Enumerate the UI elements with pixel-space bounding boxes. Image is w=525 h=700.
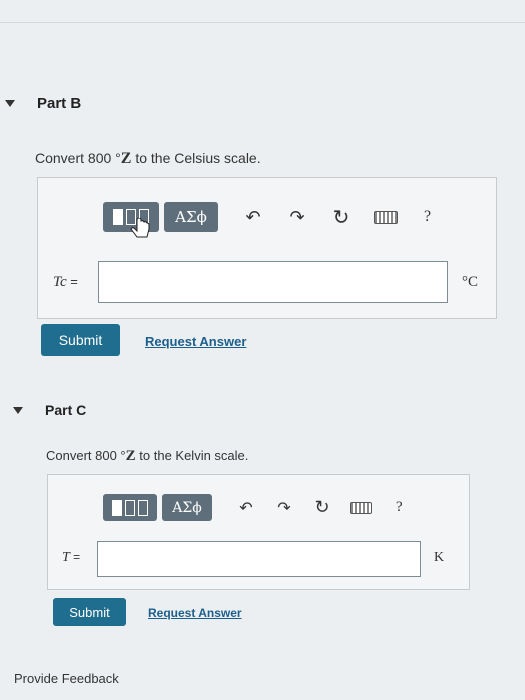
t-label: T = (62, 550, 81, 565)
collapse-triangle-icon[interactable] (5, 100, 15, 107)
symbols-button[interactable]: ΑΣϕ (162, 494, 212, 521)
hand-cursor-icon (130, 218, 150, 238)
tc-label: Tc = (53, 274, 78, 290)
part-c-header[interactable]: Part C (13, 402, 86, 418)
tc-input[interactable] (98, 261, 448, 303)
celsius-unit: °C (462, 274, 479, 290)
keyboard-icon (374, 210, 398, 224)
part-b-title: Part B (37, 95, 82, 112)
top-divider (0, 22, 525, 23)
part-c-prompt: Convert 800 °Z to the Kelvin scale. (46, 448, 249, 464)
t-input[interactable] (97, 541, 421, 577)
part-b-request-answer-link[interactable]: Request Answer (145, 334, 246, 349)
unit-symbol: Z (125, 448, 136, 464)
part-b-submit-button[interactable]: Submit (41, 324, 120, 356)
templates-button[interactable] (103, 494, 157, 521)
help-button[interactable]: ? (424, 208, 431, 226)
reset-icon[interactable]: ↻ (330, 205, 352, 230)
undo-icon[interactable]: ↶ (236, 498, 256, 518)
provide-feedback-link[interactable]: Provide Feedback (14, 671, 119, 686)
unit-symbol: Z (120, 150, 132, 167)
reset-icon[interactable]: ↻ (312, 497, 332, 518)
symbols-button[interactable]: ΑΣϕ (164, 202, 218, 232)
keyboard-button[interactable] (374, 210, 398, 224)
part-c-request-answer-link[interactable]: Request Answer (148, 606, 242, 620)
redo-icon[interactable]: ↷ (274, 498, 294, 518)
part-b-header[interactable]: Part B (5, 95, 81, 112)
part-c-title: Part C (45, 402, 87, 418)
template-icon (112, 499, 122, 516)
keyboard-button[interactable] (350, 501, 372, 514)
keyboard-icon (350, 501, 372, 514)
kelvin-unit: K (434, 550, 445, 565)
template-icon (113, 209, 123, 225)
part-c-submit-button[interactable]: Submit (53, 598, 126, 626)
collapse-triangle-icon[interactable] (13, 406, 23, 414)
redo-icon[interactable]: ↷ (286, 207, 308, 228)
part-b-prompt: Convert 800 °Z to the Celsius scale. (35, 150, 261, 167)
part-c-toolbar: ΑΣϕ ↶ ↷ ↻ ? (103, 494, 403, 521)
part-b-toolbar: ΑΣϕ ↶ ↷ ↻ ? (103, 202, 431, 232)
help-button[interactable]: ? (396, 499, 403, 516)
undo-icon[interactable]: ↶ (242, 207, 264, 228)
